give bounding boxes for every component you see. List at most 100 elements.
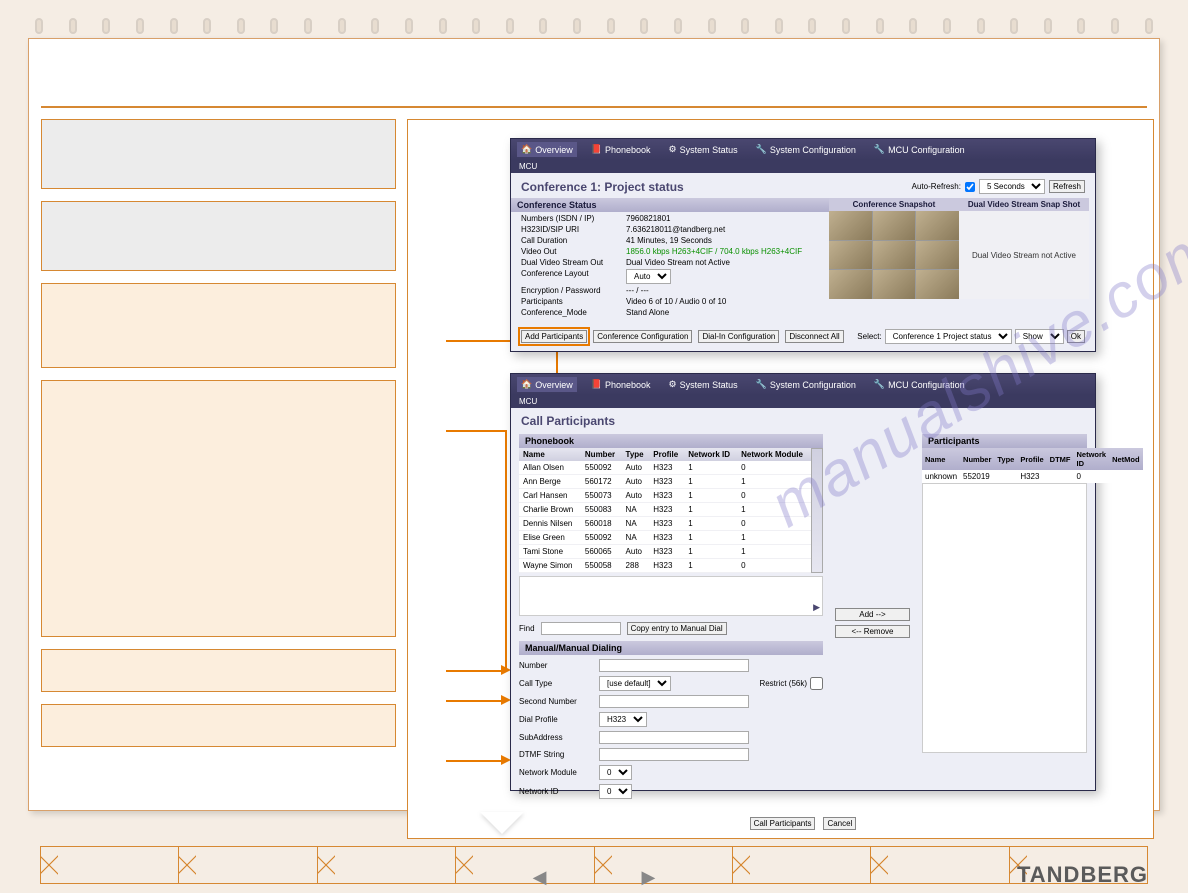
find-input[interactable] bbox=[541, 622, 621, 635]
tab-mcu-config[interactable]: 🔧 MCU Configuration bbox=[870, 377, 969, 392]
manual-dial-heading: Manual/Manual Dialing bbox=[519, 641, 823, 655]
tab-overview[interactable]: 🏠 Overview bbox=[517, 377, 577, 392]
dvs-placeholder: Dual Video Stream not Active bbox=[959, 211, 1089, 299]
network-id-select[interactable]: 0 bbox=[599, 784, 632, 799]
column-header: Number bbox=[960, 448, 994, 470]
conference-select[interactable]: Conference 1 Project status bbox=[885, 329, 1012, 344]
call-type-label: Call Type bbox=[519, 679, 599, 688]
table-row[interactable]: Ann Berge560172AutoH32311 bbox=[519, 475, 811, 489]
connector-line-3h bbox=[446, 670, 506, 672]
number-input[interactable] bbox=[599, 659, 749, 672]
left-box-3 bbox=[41, 283, 396, 368]
tab-phonebook[interactable]: 📕 Phonebook bbox=[587, 377, 655, 392]
table-row[interactable]: Allan Olsen550092AutoH32310 bbox=[519, 461, 811, 475]
status-value: 41 Minutes, 19 Seconds bbox=[626, 236, 712, 245]
scrollbar[interactable] bbox=[811, 448, 823, 573]
scroll-right-icon[interactable]: ▶ bbox=[813, 602, 820, 613]
phonebook-table: NameNumberTypeProfileNetwork IDNetwork M… bbox=[519, 448, 811, 573]
auto-refresh-label: Auto-Refresh: bbox=[912, 182, 961, 191]
status-heading: Conference Status bbox=[511, 198, 829, 212]
phonebook-heading: Phonebook bbox=[519, 434, 823, 448]
add-button[interactable]: Add --> bbox=[835, 608, 910, 621]
next-arrow-icon[interactable]: ▶ bbox=[642, 867, 656, 888]
left-box-4 bbox=[41, 380, 396, 637]
status-value: Stand Alone bbox=[626, 308, 669, 317]
table-row[interactable]: Wayne Simon550058288H32310 bbox=[519, 559, 811, 573]
call-participants-panel: 🏠 Overview 📕 Phonebook ⚙ System Status 🔧… bbox=[510, 373, 1096, 791]
table-row[interactable]: Carl Hansen550073AutoH32310 bbox=[519, 489, 811, 503]
tab-overview[interactable]: 🏠 Overview bbox=[517, 142, 577, 157]
dtmf-label: DTMF String bbox=[519, 750, 599, 759]
page-card: 🏠 Overview 📕 Phonebook ⚙ System Status 🔧… bbox=[28, 38, 1160, 811]
column-header: Name bbox=[519, 448, 581, 461]
left-column bbox=[41, 119, 396, 759]
tab-system-status[interactable]: ⚙ System Status bbox=[665, 377, 742, 392]
column-header: Number bbox=[581, 448, 622, 461]
tab-system-status[interactable]: ⚙ System Status bbox=[665, 142, 742, 157]
conference-config-button[interactable]: Conference Configuration bbox=[593, 330, 692, 343]
nav-segment[interactable] bbox=[40, 846, 179, 884]
tab-phonebook[interactable]: 📕 Phonebook bbox=[587, 142, 655, 157]
table-row[interactable]: Tami Stone560065AutoH32311 bbox=[519, 545, 811, 559]
conference-layout-select[interactable]: Auto bbox=[626, 269, 671, 284]
nav-segment[interactable] bbox=[318, 846, 456, 884]
remove-button[interactable]: <-- Remove bbox=[835, 625, 910, 638]
status-key: Dual Video Stream Out bbox=[521, 258, 626, 267]
participants-table: NameNumberTypeProfileDTMFNetwork IDNetMo… bbox=[922, 448, 1143, 483]
brand-logo: TANDBERG bbox=[1017, 862, 1148, 888]
refresh-controls: Auto-Refresh: 5 Seconds Refresh bbox=[912, 179, 1085, 194]
status-value: --- / --- bbox=[626, 286, 649, 295]
nav-segment[interactable] bbox=[733, 846, 871, 884]
dial-profile-label: Dial Profile bbox=[519, 715, 599, 724]
nav-segment[interactable] bbox=[871, 846, 1009, 884]
status-kv-list: Numbers (ISDN / IP)7960821801H323ID/SIP … bbox=[511, 214, 829, 317]
second-number-input[interactable] bbox=[599, 695, 749, 708]
tab-bar: 🏠 Overview 📕 Phonebook ⚙ System Status 🔧… bbox=[511, 139, 1095, 160]
status-key: Call Duration bbox=[521, 236, 626, 245]
dialin-config-button[interactable]: Dial-In Configuration bbox=[698, 330, 779, 343]
bottom-nav: ◀ ▶ TANDBERG bbox=[0, 821, 1188, 893]
status-key: Conference_Mode bbox=[521, 308, 626, 317]
auto-refresh-checkbox[interactable] bbox=[965, 182, 975, 192]
left-box-5 bbox=[41, 649, 396, 692]
dvs-heading: Dual Video Stream Snap Shot bbox=[959, 198, 1089, 211]
table-row[interactable]: unknown552019H3230 bbox=[922, 470, 1143, 483]
dtmf-input[interactable] bbox=[599, 748, 749, 761]
column-header: DTMF bbox=[1047, 448, 1074, 470]
call-type-select[interactable]: [use default] bbox=[599, 676, 671, 691]
header-separator bbox=[41, 106, 1147, 108]
tab-bar: 🏠 Overview 📕 Phonebook ⚙ System Status 🔧… bbox=[511, 374, 1095, 395]
status-value: Dual Video Stream not Active bbox=[626, 258, 730, 267]
dial-profile-select[interactable]: H323 bbox=[599, 712, 647, 727]
copy-entry-button[interactable]: Copy entry to Manual Dial bbox=[627, 622, 727, 635]
right-column: 🏠 Overview 📕 Phonebook ⚙ System Status 🔧… bbox=[407, 119, 1154, 839]
ok-button[interactable]: Ok bbox=[1067, 330, 1085, 343]
panel-title: Call Participants bbox=[511, 408, 1095, 430]
network-module-select[interactable]: 0 bbox=[599, 765, 632, 780]
snapshot-area: Conference Snapshot Dual Video Stream Sn… bbox=[829, 198, 1095, 319]
nav-segment[interactable] bbox=[179, 846, 317, 884]
network-module-label: Network Module bbox=[519, 768, 599, 777]
conference-buttons: Add Participants Conference Configuratio… bbox=[511, 323, 1095, 348]
column-header: Profile bbox=[1017, 448, 1046, 470]
restrict-checkbox[interactable] bbox=[810, 677, 823, 690]
tab-mcu-config[interactable]: 🔧 MCU Configuration bbox=[870, 142, 969, 157]
table-row[interactable]: Dennis Nilsen560018NAH32310 bbox=[519, 517, 811, 531]
participants-heading: Participants bbox=[922, 434, 1087, 448]
subaddress-input[interactable] bbox=[599, 731, 749, 744]
tab-system-config[interactable]: 🔧 System Configuration bbox=[752, 142, 860, 157]
status-value: Video 6 of 10 / Audio 0 of 10 bbox=[626, 297, 726, 306]
table-row[interactable]: Charlie Brown550083NAH32311 bbox=[519, 503, 811, 517]
prev-arrow-icon[interactable]: ◀ bbox=[533, 867, 547, 888]
add-participants-button[interactable]: Add Participants bbox=[521, 330, 587, 343]
show-select[interactable]: Show bbox=[1015, 329, 1064, 344]
refresh-button[interactable]: Refresh bbox=[1049, 180, 1085, 193]
disconnect-all-button[interactable]: Disconnect All bbox=[785, 330, 843, 343]
left-box-6 bbox=[41, 704, 396, 747]
network-id-label: Network ID bbox=[519, 787, 599, 796]
table-row[interactable]: Elise Green550092NAH32311 bbox=[519, 531, 811, 545]
conference-title: Conference 1: Project status bbox=[521, 180, 684, 194]
tab-system-config[interactable]: 🔧 System Configuration bbox=[752, 377, 860, 392]
refresh-interval-select[interactable]: 5 Seconds bbox=[979, 179, 1045, 194]
spiral-binding bbox=[35, 18, 1153, 38]
